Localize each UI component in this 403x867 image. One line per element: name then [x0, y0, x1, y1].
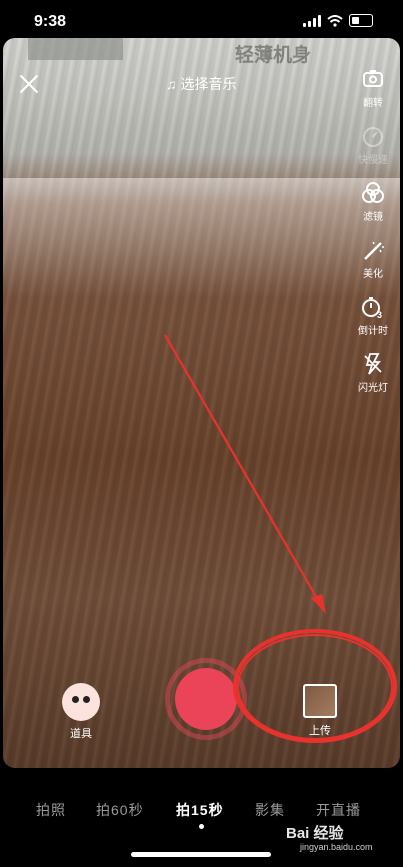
props-face-icon: [62, 683, 100, 721]
light-glare: [3, 178, 400, 298]
cellular-signal-icon: [303, 14, 321, 27]
baidu-watermark: Bai 经验: [286, 825, 344, 842]
record-button-core: [175, 668, 237, 730]
countdown-button[interactable]: 3 倒计时: [358, 294, 388, 351]
filter-icon: [360, 180, 386, 206]
props-label: 道具: [70, 728, 92, 740]
props-button[interactable]: 道具: [62, 683, 100, 741]
upload-label: 上传: [309, 725, 331, 737]
select-music-label: 选择音乐: [180, 76, 237, 92]
status-time: 9:38: [34, 13, 67, 30]
home-indicator[interactable]: [131, 852, 271, 857]
right-toolbar: 翻转 快慢速 滤镜 美化 3 倒计时 闪光灯: [353, 66, 393, 408]
speed-label: 快慢速: [358, 155, 388, 166]
mode-photo[interactable]: 拍照: [36, 800, 66, 820]
upload-thumbnail-icon: [303, 684, 337, 718]
active-mode-indicator: [199, 824, 204, 829]
status-icons: [303, 14, 373, 27]
mode-60s[interactable]: 拍60秒: [96, 800, 144, 820]
music-note-icon: ♫: [166, 76, 177, 92]
flip-camera-icon: [360, 66, 386, 92]
beauty-button[interactable]: 美化: [360, 237, 386, 294]
battery-icon: [349, 14, 373, 27]
mode-15s[interactable]: 拍15秒: [176, 800, 224, 820]
mode-album[interactable]: 影集: [255, 800, 285, 820]
beauty-wand-icon: [360, 237, 386, 263]
upload-button[interactable]: 上传: [303, 684, 337, 738]
beauty-label: 美化: [363, 269, 383, 280]
flash-label: 闪光灯: [358, 383, 388, 394]
countdown-timer-icon: 3: [360, 294, 386, 320]
flip-button[interactable]: 翻转: [360, 66, 386, 123]
close-icon[interactable]: [18, 73, 40, 95]
countdown-label: 倒计时: [358, 326, 388, 337]
svg-text:3: 3: [377, 310, 382, 320]
speed-icon: [360, 123, 386, 149]
wifi-icon: [327, 14, 343, 27]
flip-label: 翻转: [363, 98, 383, 109]
select-music-button[interactable]: ♫ 选择音乐: [166, 74, 237, 94]
filter-button[interactable]: 滤镜: [360, 180, 386, 237]
record-button[interactable]: [165, 658, 247, 740]
mode-selector: 拍照 拍60秒 拍15秒 影集 开直播: [0, 800, 403, 824]
flash-icon: [360, 351, 386, 377]
speed-button[interactable]: 快慢速: [358, 123, 388, 180]
filter-label: 滤镜: [363, 212, 383, 223]
baidu-watermark-url: jingyan.baidu.com: [300, 842, 373, 852]
mode-live[interactable]: 开直播: [316, 800, 361, 820]
flash-button[interactable]: 闪光灯: [358, 351, 388, 408]
status-bar: 9:38: [0, 0, 403, 38]
